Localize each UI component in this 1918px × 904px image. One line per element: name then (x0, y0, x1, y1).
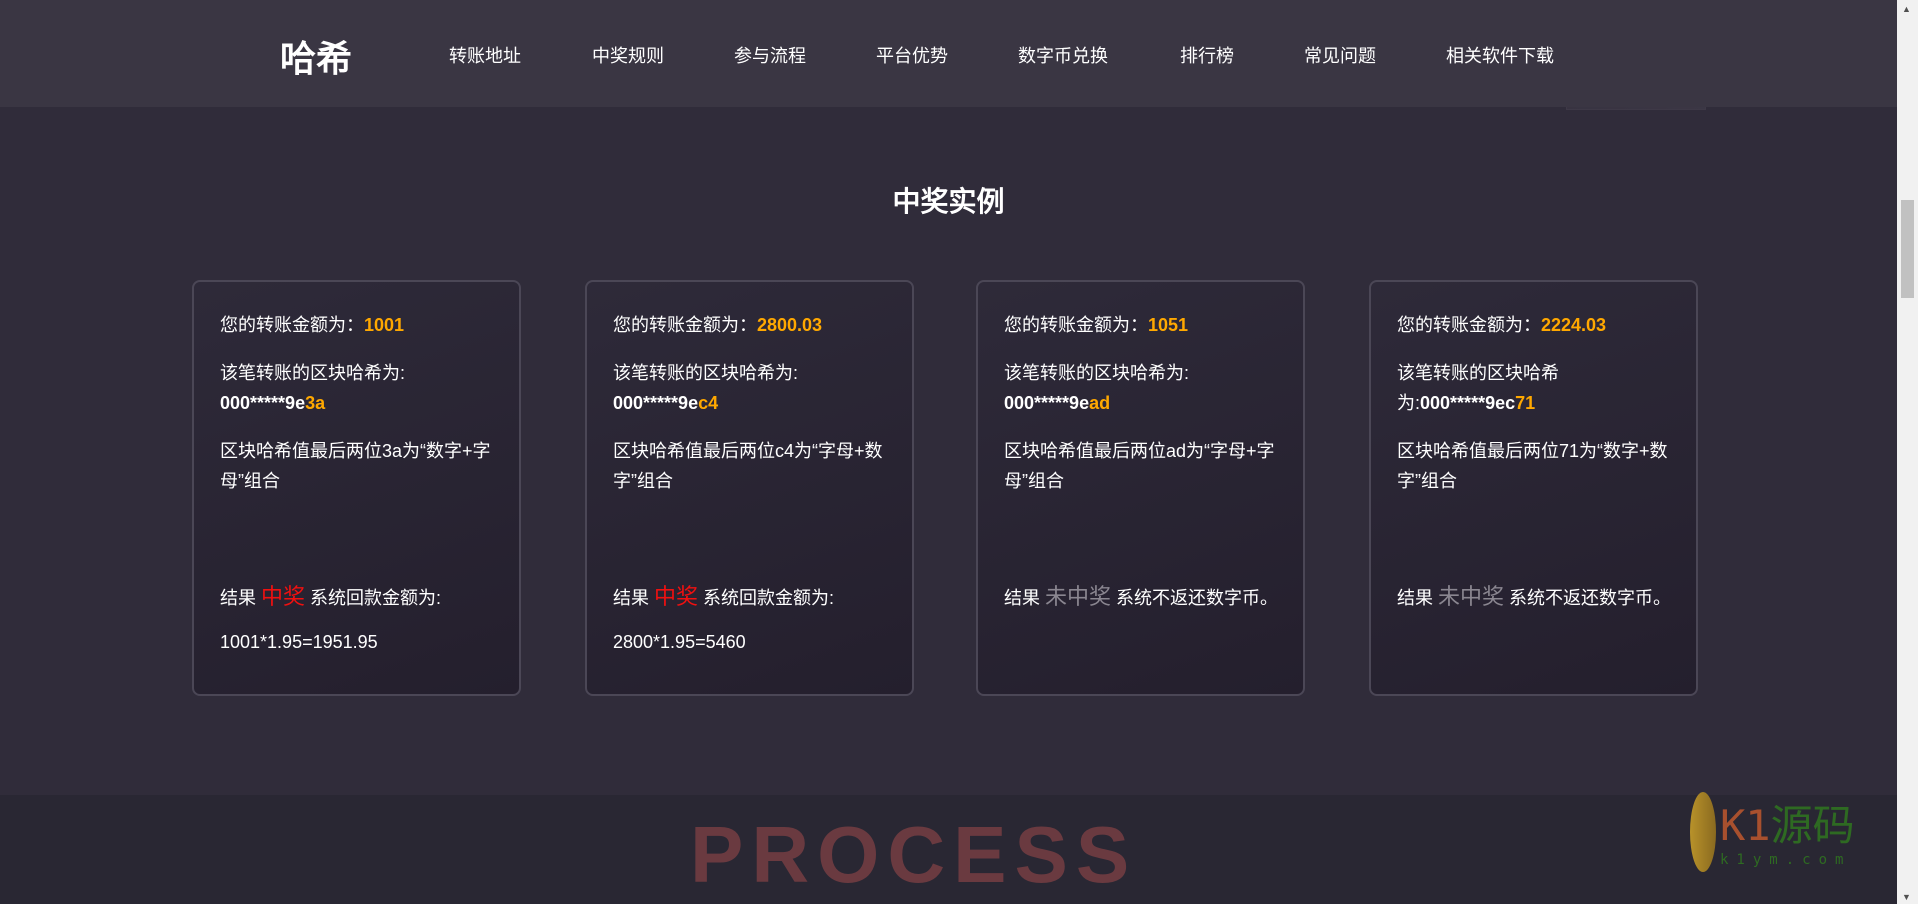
nav-win-rules[interactable]: 中奖规则 (592, 42, 664, 68)
watermark-logo: K1源码 k1ym.com (1690, 792, 1890, 872)
rule-text: 区块哈希值最后两位71为“数字+数字”组合 (1397, 441, 1668, 491)
site-logo[interactable]: 哈希 (280, 30, 352, 82)
scroll-down-arrow-icon[interactable]: ▼ (1902, 892, 1911, 902)
nav-advantages[interactable]: 平台优势 (876, 42, 948, 68)
result-block: 结果 未中奖 系统不返还数字币。 (1397, 584, 1672, 609)
process-heading: PROCESS (690, 810, 1138, 899)
example-card: 您的转账金额为：2224.03 该笔转账的区块哈希为:000*****9ec71… (1369, 280, 1698, 696)
nav-downloads[interactable]: 相关软件下载 (1446, 42, 1554, 68)
hash-line: 该笔转账的区块哈希为: 000*****9ead (1004, 363, 1189, 413)
result-block: 结果 中奖 系统回款金额为: 2800*1.95=5460 (613, 582, 892, 671)
hash-suffix: c4 (698, 393, 719, 413)
nav-process[interactable]: 参与流程 (734, 42, 806, 68)
result-status: 未中奖 (1438, 584, 1505, 609)
hash-line: 该笔转账的区块哈希为: 000*****9e3a (220, 363, 405, 413)
amount-line: 您的转账金额为：2800.03 (613, 315, 823, 335)
amount-line: 您的转账金额为：1051 (1004, 315, 1189, 335)
hash-line: 该笔转账的区块哈希为:000*****9ec71 (1397, 363, 1559, 413)
result-block: 结果 中奖 系统回款金额为: 1001*1.95=1951.95 (220, 582, 499, 671)
hash-suffix: ad (1089, 393, 1111, 413)
result-status: 中奖 (261, 584, 306, 609)
scroll-up-arrow-icon[interactable]: ▲ (1902, 4, 1911, 14)
result-status: 中奖 (654, 584, 699, 609)
example-card: 您的转账金额为：1001 该笔转账的区块哈希为: 000*****9e3a 区块哈… (192, 280, 521, 696)
scrollbar[interactable]: ▲ ▼ (1897, 0, 1918, 904)
hash-suffix: 3a (305, 393, 326, 413)
rule-text: 区块哈希值最后两位3a为“数字+字母”组合 (220, 441, 491, 491)
amount-line: 您的转账金额为：2224.03 (1397, 315, 1607, 335)
rule-text: 区块哈希值最后两位ad为“字母+字母”组合 (1004, 441, 1275, 491)
amount-value: 2224.03 (1541, 315, 1607, 335)
nav-exchange[interactable]: 数字币兑换 (1018, 42, 1108, 68)
nav-transfer-address[interactable]: 转账地址 (449, 42, 521, 68)
amount-value: 1001 (364, 315, 405, 335)
nav-leaderboard[interactable]: 排行榜 (1180, 42, 1234, 68)
example-card: 您的转账金额为：1051 该笔转账的区块哈希为: 000*****9ead 区块哈… (976, 280, 1305, 696)
rule-text: 区块哈希值最后两位c4为“字母+数字”组合 (613, 441, 883, 491)
hash-line: 该笔转账的区块哈希为: 000*****9ec4 (613, 363, 798, 413)
result-block: 结果 未中奖 系统不返还数字币。 (1004, 584, 1279, 609)
amount-value: 2800.03 (757, 315, 823, 335)
nav-faq[interactable]: 常见问题 (1304, 42, 1376, 68)
watermark-swirl-icon (1690, 792, 1716, 872)
payout-formula: 2800*1.95=5460 (613, 632, 746, 652)
hash-suffix: 71 (1515, 393, 1536, 413)
payout-formula: 1001*1.95=1951.95 (220, 632, 378, 652)
example-card: 您的转账金额为：2800.03 该笔转账的区块哈希为: 000*****9ec4 … (585, 280, 914, 696)
amount-line: 您的转账金额为：1001 (220, 315, 405, 335)
section-title: 中奖实例 (892, 186, 1005, 217)
result-status: 未中奖 (1045, 584, 1112, 609)
amount-value: 1051 (1148, 315, 1189, 335)
scrollbar-thumb[interactable] (1901, 200, 1914, 298)
top-header: 哈希 转账地址 中奖规则 参与流程 平台优势 数字币兑换 排行榜 常见问题 相关… (0, 0, 1897, 107)
